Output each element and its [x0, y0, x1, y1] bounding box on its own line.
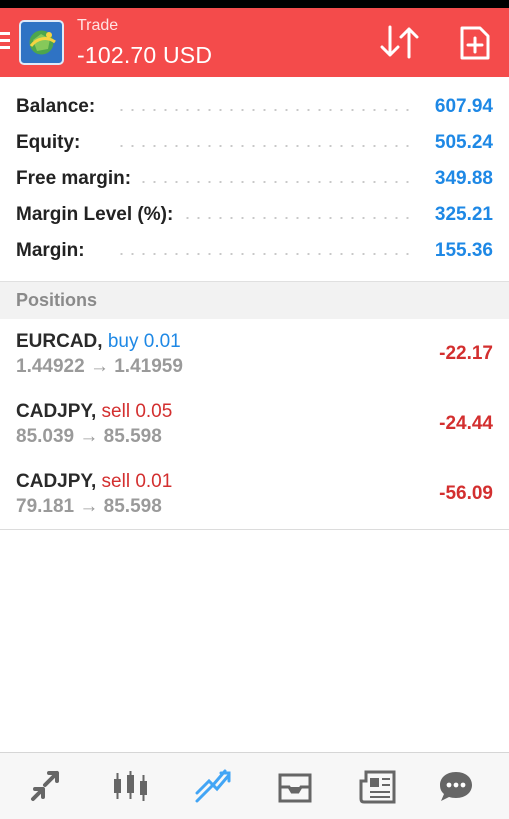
quotes-icon[interactable] — [29, 769, 69, 805]
summary-value: 505.24 — [428, 131, 493, 155]
section-title: Positions — [16, 290, 98, 310]
summary-value: 349.88 — [428, 167, 493, 191]
chart-icon[interactable] — [111, 769, 151, 805]
summary-row-free-margin: Free margin: 349.88 — [16, 167, 493, 191]
app-logo[interactable] — [19, 20, 64, 65]
menu-icon[interactable] — [0, 32, 12, 50]
header-profit: -102.70 USD — [77, 42, 213, 68]
summary-label: Free margin: — [16, 167, 138, 191]
symbol-name: CADJPY, — [16, 401, 97, 422]
symbol-name: CADJPY, — [16, 471, 97, 492]
position-symbol: EURCAD, buy 0.01 — [16, 331, 181, 353]
leader-dots — [116, 109, 413, 111]
summary-row-margin: Margin: 155.36 — [16, 239, 493, 263]
summary-value: 155.36 — [428, 239, 493, 263]
position-side: sell 0.05 — [101, 401, 173, 422]
leader-dots — [116, 181, 413, 183]
position-prices: 1.44922 → 1.41959 — [16, 356, 183, 377]
summary-label: Margin Level (%): — [16, 203, 180, 227]
position-row[interactable]: CADJPY, sell 0.05 85.039 → 85.598 -24.44 — [0, 389, 509, 460]
position-symbol: CADJPY, sell 0.01 — [16, 471, 172, 493]
summary-row-balance: Balance: 607.94 — [16, 95, 493, 119]
summary-label: Equity: — [16, 131, 87, 155]
leader-dots — [116, 253, 413, 255]
header-title: Trade — [77, 17, 119, 34]
symbol-name: EURCAD, — [16, 331, 103, 352]
position-side: sell 0.01 — [101, 471, 173, 492]
history-icon[interactable] — [276, 769, 316, 805]
app-header: Trade -102.70 USD — [0, 8, 509, 77]
sort-icon[interactable] — [380, 25, 420, 59]
position-profit: -22.17 — [439, 343, 493, 364]
summary-label: Balance: — [16, 95, 102, 119]
position-row[interactable]: CADJPY, sell 0.01 79.181 → 85.598 -56.09 — [0, 459, 509, 530]
position-row[interactable]: EURCAD, buy 0.01 1.44922 → 1.41959 -22.1… — [0, 319, 509, 390]
position-symbol: CADJPY, sell 0.05 — [16, 401, 172, 423]
summary-row-equity: Equity: 505.24 — [16, 131, 493, 155]
position-profit: -56.09 — [439, 483, 493, 504]
news-icon[interactable] — [358, 769, 398, 805]
summary-row-margin-level: Margin Level (%): 325.21 — [16, 203, 493, 227]
summary-value: 607.94 — [428, 95, 493, 119]
positions-section-header: Positions — [0, 281, 509, 320]
leader-dots — [116, 145, 413, 147]
position-prices: 85.039 → 85.598 — [16, 426, 162, 447]
position-prices: 79.181 → 85.598 — [16, 496, 162, 517]
status-bar — [0, 0, 509, 8]
new-order-icon[interactable] — [458, 25, 492, 61]
summary-value: 325.21 — [428, 203, 493, 227]
chat-icon[interactable] — [436, 769, 476, 805]
position-profit: -24.44 — [439, 413, 493, 434]
position-side: buy 0.01 — [107, 331, 181, 352]
bottom-navigation — [0, 752, 509, 819]
trade-icon[interactable] — [193, 769, 233, 805]
summary-label: Margin: — [16, 239, 91, 263]
